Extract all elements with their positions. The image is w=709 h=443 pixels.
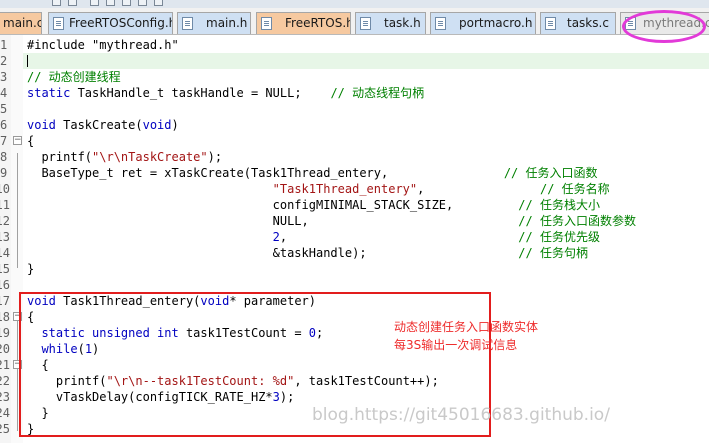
toolbar xyxy=(0,0,709,8)
tab-task-h[interactable]: task.h xyxy=(355,12,426,34)
code-line-9: 9 BaseType_t ret = xTaskCreate(Task1Thre… xyxy=(0,166,598,180)
tab-label: main.c xyxy=(3,16,42,30)
file-tab-bar: main.c FreeRTOSConfig.h main.h FreeRTOS.… xyxy=(0,8,709,35)
toolbar-options-icon[interactable] xyxy=(154,0,163,6)
tab-label: portmacro.h xyxy=(459,16,533,30)
tab-label: FreeRTOS.h xyxy=(285,16,351,30)
tab-label: task.h xyxy=(384,16,421,30)
toolbar-open-icon[interactable] xyxy=(52,0,61,6)
code-line-11: 11 configMINIMAL_STACK_SIZE, // 任务栈大小 xyxy=(0,198,600,212)
header-file-icon xyxy=(182,17,193,30)
code-line-2-number: 2 xyxy=(0,54,8,68)
code-line-3: 3 // 动态创建线程 xyxy=(0,70,121,84)
code-line-6: 6 void TaskCreate(void) xyxy=(0,118,179,132)
code-line-14: 14 &taskHandle); // 任务句柄 xyxy=(0,246,588,260)
tab-freertos-h[interactable]: FreeRTOS.h xyxy=(256,12,351,34)
toolbar-save-icon[interactable] xyxy=(68,0,77,6)
code-line-13: 13 2, // 任务优先级 xyxy=(0,230,600,244)
code-line-2-current[interactable] xyxy=(23,53,709,69)
tab-main-c[interactable]: main.c xyxy=(0,12,42,34)
header-file-icon xyxy=(53,17,64,30)
tab-label: main.h xyxy=(206,16,248,30)
header-file-icon xyxy=(435,17,446,30)
toolbar-build-icon[interactable] xyxy=(90,0,99,6)
code-line-7: 7 − { xyxy=(0,134,35,148)
code-line-12: 12 NULL, // 任务入口函数参数 xyxy=(0,214,636,228)
code-line-15: 15 } xyxy=(0,262,35,276)
toolbar-rebuild-icon[interactable] xyxy=(106,0,115,6)
annotation-line-1: 动态创建任务入口函数实体 xyxy=(394,320,539,334)
toolbar-download-icon[interactable] xyxy=(122,0,131,6)
source-file-icon xyxy=(545,17,556,30)
tab-label: tasks.c xyxy=(567,16,609,30)
code-line-5: 5 xyxy=(0,102,8,116)
code-line-16: 16 xyxy=(0,278,10,292)
tab-label: FreeRTOSConfig.h xyxy=(69,16,173,30)
tab-freertosconfig-h[interactable]: FreeRTOSConfig.h xyxy=(48,12,173,34)
code-line-1: 1 #include "mythread.h" xyxy=(0,38,179,52)
fold-collapse-icon[interactable]: − xyxy=(13,136,22,145)
toolbar-debug-icon[interactable] xyxy=(138,0,147,6)
code-line-4: 4 static TaskHandle_t taskHandle = NULL;… xyxy=(0,86,425,100)
annotation-line-2: 每3S输出一次调试信息 xyxy=(394,338,518,352)
header-file-icon xyxy=(360,17,371,30)
watermark: blog.https://git45016683.github.io/ xyxy=(312,405,610,425)
text-cursor xyxy=(27,55,28,67)
code-line-10: 10 "Task1Thread_entery", // 任务名称 xyxy=(0,182,610,196)
tab-main-h[interactable]: main.h xyxy=(177,12,251,34)
tab-tasks-c[interactable]: tasks.c xyxy=(540,12,616,34)
code-line-8: 8 printf("\r\nTaskCreate"); xyxy=(0,150,223,164)
tab-portmacro-h[interactable]: portmacro.h xyxy=(430,12,536,34)
header-file-icon xyxy=(261,17,272,30)
